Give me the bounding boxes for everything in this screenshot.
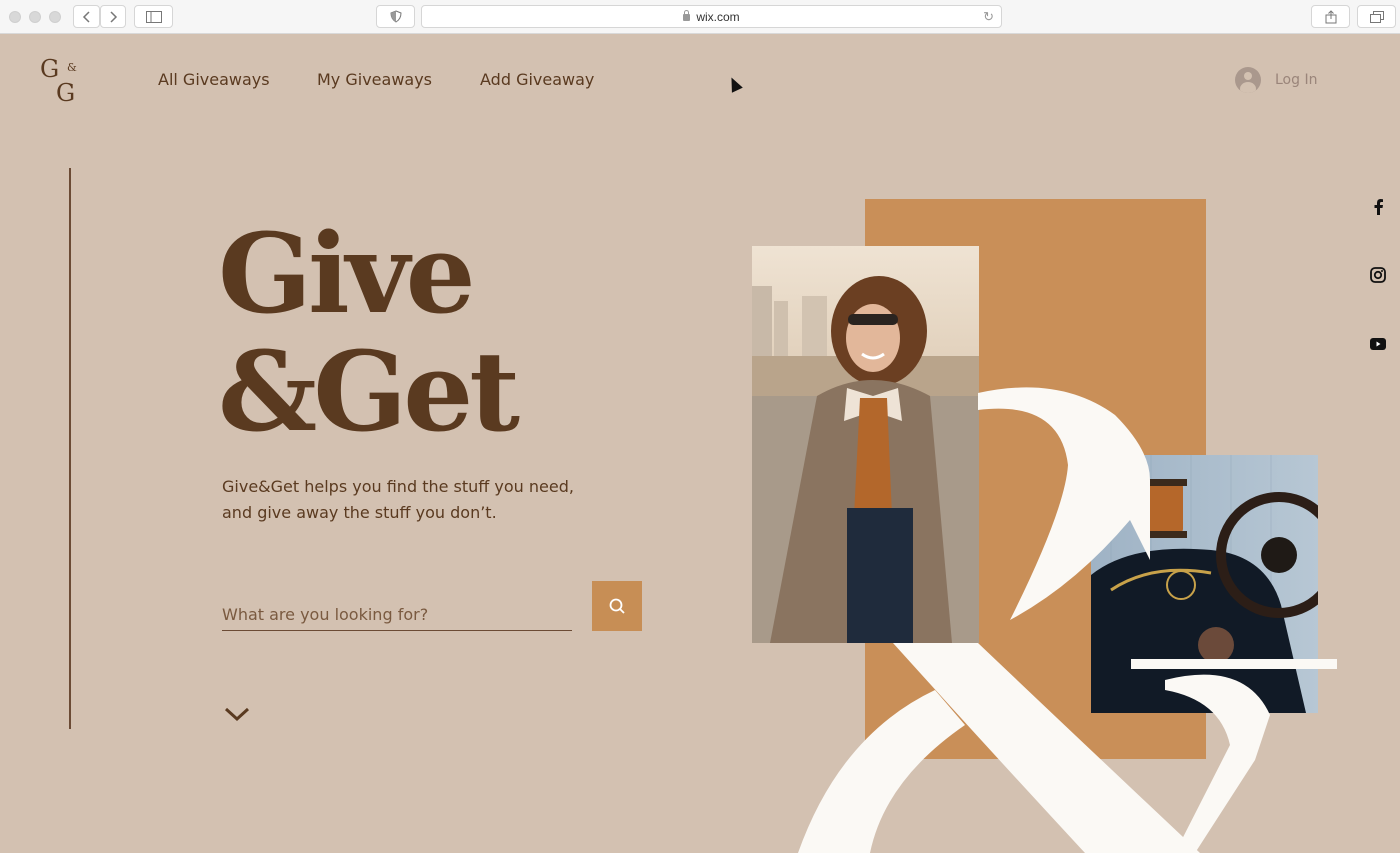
forward-button[interactable] <box>100 5 126 28</box>
avatar-icon <box>1235 67 1261 93</box>
logo-letter-bottom: G <box>56 79 76 107</box>
search-input[interactable] <box>222 594 572 631</box>
sewing-machine-photo <box>1091 455 1318 713</box>
hero-subtitle-line2: and give away the stuff you don’t. <box>222 503 497 522</box>
close-window-button[interactable] <box>9 11 21 23</box>
share-button[interactable] <box>1311 5 1350 28</box>
share-icon <box>1325 9 1336 23</box>
browser-toolbar: wix.com ↻ <box>0 0 1400 34</box>
youtube-icon[interactable] <box>1369 335 1387 353</box>
facebook-icon[interactable] <box>1369 198 1387 216</box>
search-button[interactable] <box>592 581 642 631</box>
instagram-icon[interactable] <box>1369 266 1387 284</box>
site-logo[interactable]: G & G <box>40 55 82 111</box>
minimize-window-button[interactable] <box>29 11 41 23</box>
sidebar-icon <box>145 10 162 23</box>
logo-ampersand: & <box>67 61 77 74</box>
hero-title: Give &Get <box>218 209 520 456</box>
lock-icon <box>683 10 691 21</box>
login-button[interactable]: Log In <box>1235 67 1317 93</box>
nav-add-giveaway[interactable]: Add Giveaway <box>480 70 594 89</box>
privacy-shield-button[interactable] <box>376 5 415 28</box>
chevron-down-icon[interactable] <box>224 706 250 722</box>
hero-subtitle-line1: Give&Get helps you find the stuff you ne… <box>222 477 574 496</box>
chevron-right-icon <box>110 10 118 23</box>
nav-all-giveaways[interactable]: All Giveaways <box>158 70 270 89</box>
tabs-icon <box>1369 10 1384 23</box>
address-bar[interactable]: wix.com ↻ <box>421 5 1002 28</box>
tabs-overview-button[interactable] <box>1357 5 1396 28</box>
chevron-left-icon <box>82 10 90 23</box>
decorative-vertical-rule <box>69 168 71 729</box>
mouse-cursor-icon <box>726 74 743 93</box>
hero-title-line2: &Get <box>218 327 520 456</box>
back-button[interactable] <box>73 5 100 28</box>
shield-icon <box>389 10 402 23</box>
search-icon <box>609 598 625 614</box>
zoom-window-button[interactable] <box>49 11 61 23</box>
woman-photo <box>752 246 979 643</box>
nav-my-giveaways[interactable]: My Giveaways <box>317 70 432 89</box>
sidebar-toggle-button[interactable] <box>134 5 173 28</box>
login-label: Log In <box>1275 72 1318 88</box>
hero-subtitle: Give&Get helps you find the stuff you ne… <box>222 474 592 526</box>
reload-icon[interactable]: ↻ <box>983 9 994 25</box>
url-text: wix.com <box>696 9 740 24</box>
hero-title-line1: Give <box>218 209 476 338</box>
